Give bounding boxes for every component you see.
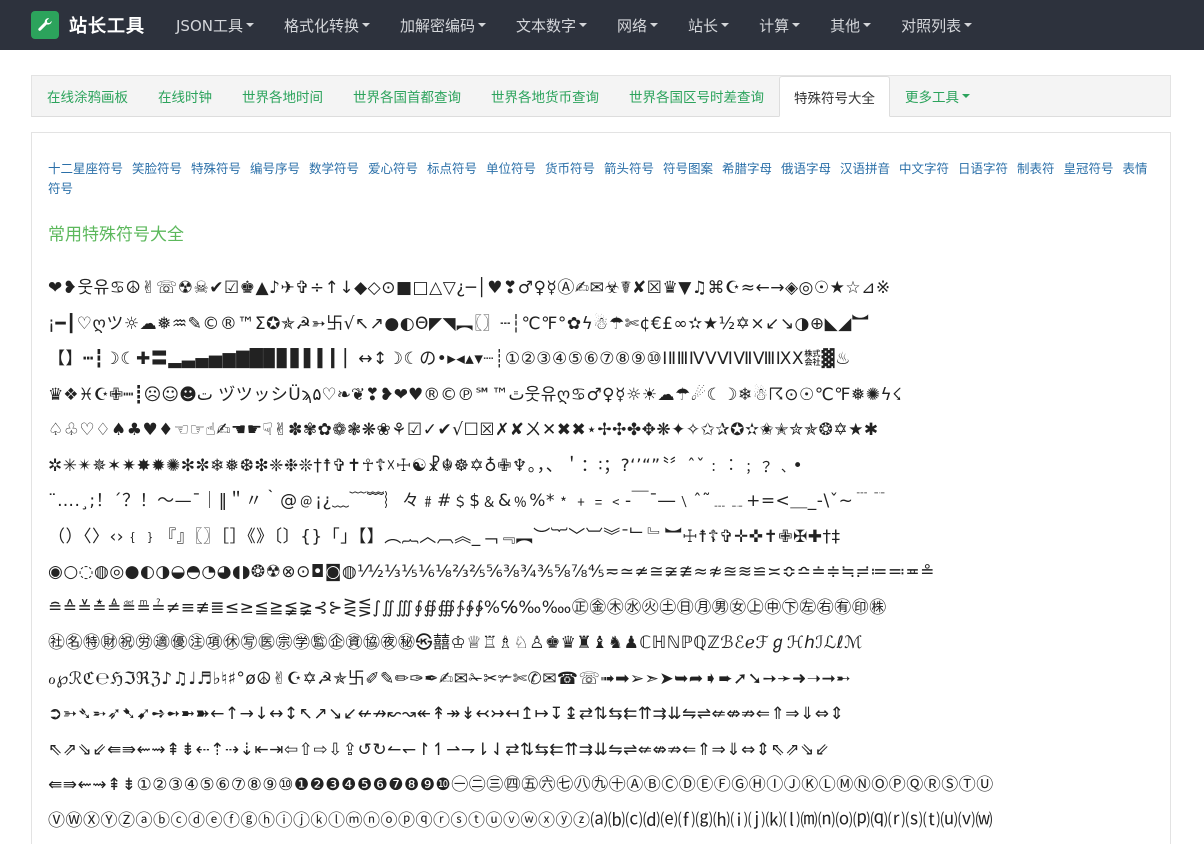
symbol-row[interactable]: ℴ℘ℛℭ℮ℌℑℜℨ♪♫♩♬♭♮♯°ø☮✌☪✡☭✯卐✐✎✏✑✒✍✉✁✂✃✄✆✉☎☏… (48, 662, 1152, 698)
category-link[interactable]: 单位符号 (486, 161, 536, 176)
tab-world-capitals[interactable]: 世界各国首都查询 (338, 76, 476, 116)
symbol-row[interactable]: ◉○◌◍◎●◐◑◒◓◔◕◖◗❂☢⊗⊙◘◙◍⅟½⅓⅕⅙⅛⅔⅖⅚⅜¾⅗⅝⅞⅘≂≃≄≅… (48, 555, 1152, 591)
symbol-row[interactable]: 【】┅┇☽☾✚〓▂▃▄▅▆▇█▉▊▋▌▍▎▏↔↕☽☾の•▸◂▴▾┈┊①②③④⑤⑥… (48, 342, 1152, 378)
nav-calculate[interactable]: 计算 (744, 0, 815, 50)
chevron-down-icon (650, 23, 659, 27)
section-title: 常用特殊符号大全 (48, 225, 184, 245)
tab-drawing-board[interactable]: 在线涂鸦画板 (32, 76, 143, 116)
chevron-down-icon (362, 23, 370, 27)
symbol-row[interactable]: （）〈〉‹›﹛﹜『』〖〗［］《》〔〕{}「」【】︵︷︿︹︽_﹁﹃︻︶︸﹀︺︾ˉ﹂… (48, 520, 1152, 556)
nav-encrypt[interactable]: 加解密编码 (385, 0, 501, 50)
symbol-row[interactable]: ≘≙≚≛≜≝≞≟≠≡≢≣≤≥≦≧≨≩⊰⊱⋛⋚∫∬∭∮∯∰∱∲∳%℅‰‱㊣㊎㊍㊌㊋… (48, 591, 1152, 627)
symbol-row[interactable]: ¡━┃♡ღツ☼☁❅♒✎©®™Σ✪✯☭➳卐√↖↗●◐Θ◤◥︻〖〗┄┆℃℉°✿ϟ☃☂… (48, 307, 1152, 343)
tab-online-clock[interactable]: 在线时钟 (143, 76, 227, 116)
category-link[interactable]: 标点符号 (427, 161, 477, 176)
symbol-grid: ❤❥웃유♋☮✌☏☢☠✔☑♚▲♪✈✞÷↑↓◆◇⊙■□△▽¿─│♥❣♂♀☿Ⓐ✍✉☣☤… (48, 271, 1154, 839)
nav-reference[interactable]: 对照列表 (886, 0, 987, 50)
symbol-row[interactable]: ⇚⇛⇜⇝⇞⇟①②③④⑤⑥⑦⑧⑨⑩❶❷❸❹❺❻❼❽❾❿㊀㊁㊂㊃㊄㊅㊆㊇㊈㊉ⒶⒷⒸⒹ… (48, 768, 1152, 804)
chevron-down-icon (478, 23, 487, 27)
nav-other[interactable]: 其他 (815, 0, 886, 50)
tab-more-tools[interactable]: 更多工具 (890, 76, 985, 116)
symbol-row[interactable]: ✲✳✴✵✶✷✸✹✺✻✼❄❅❆❇❈❉❊†☨✞✝☥☦☓☩☯☧☬☸✡♁✙♆。，、＇：∶… (48, 449, 1152, 485)
symbol-row[interactable]: ♛❖♓☪✙┉┋☹☺☻ت ヅツッシÜϡﭢ™℠℗©®♥❤❥❣❦❧♡۵웃유ღ♋♂♀☿☼… (48, 378, 1152, 414)
symbol-row[interactable]: ♤♧♡♢♠♣♥♦☜☞☝✍☚☛☟✌✽✾✿❁❃❋❀⚘☑✓✔√☐☒✗✘ㄨ✕✖✖⋆✢✣✤… (48, 413, 1152, 449)
tool-tabs: 在线涂鸦画板 在线时钟 世界各地时间 世界各国首都查询 世界各地货币查询 世界各… (31, 75, 1171, 117)
category-link[interactable]: 皇冠符号 (1064, 161, 1114, 176)
brand-name: 站长工具 (69, 16, 145, 37)
chevron-down-icon (579, 23, 588, 27)
category-link[interactable]: 中文字符 (899, 161, 949, 176)
chevron-down-icon (863, 23, 872, 27)
category-link[interactable]: 爱心符号 (368, 161, 418, 176)
category-link[interactable]: 笑脸符号 (132, 161, 182, 176)
brand[interactable]: 站长工具 (31, 11, 145, 39)
tab-area-code-timezone[interactable]: 世界各国区号时差查询 (614, 76, 779, 116)
chevron-down-icon (962, 94, 970, 98)
symbol-row[interactable]: ㊓㊔㊕㊖㊗㊘㊜㊝㊟㊠㊡㊢㊩㊪㊫㊬㊭㊮㊯㊰㊙㉿囍♔♕♖♗♘♙♚♛♜♝♞♟ℂℍℕℙℚ… (48, 626, 1152, 662)
nav-webmaster[interactable]: 站长 (673, 0, 744, 50)
nav-json-tools[interactable]: JSON工具 (161, 0, 269, 50)
chevron-down-icon (792, 23, 801, 27)
tab-special-symbols[interactable]: 特殊符号大全 (779, 76, 890, 117)
symbol-row[interactable]: ⇖⇗⇘⇙⇚⇛⇜⇝⇞⇟⇠⇡⇢⇣⇤⇥⇦⇧⇨⇩⇪↺↻↼↽↾↿⇀⇁⇂⇃⇄⇅⇆⇇⇈⇉⇊⇋⇌… (48, 733, 1152, 769)
category-link[interactable]: 数学符号 (309, 161, 359, 176)
symbol-row[interactable]: ⓋⓌⓍⓎⓏⓐⓑⓒⓓⓔⓕⓖⓗⓘⓙⓚⓛⓜⓝⓞⓟⓠⓡⓢⓣⓤⓥⓦⓧⓨⓩ⒜⒝⒞⒟⒠⒡⒢⒣⒤… (48, 804, 1152, 840)
category-link[interactable]: 符号图案 (663, 161, 713, 176)
category-links: 十二星座符号 笑脸符号 特殊符号 编号序号 数学符号 爱心符号 标点符号 单位符… (48, 159, 1148, 199)
top-navbar: 站长工具 JSON工具 格式化转换 加解密编码 文本数字 网络 站长 计算 其他… (0, 0, 1204, 50)
nav-network[interactable]: 网络 (602, 0, 673, 50)
symbol-row[interactable]: ¨….¸;！´？！～—ˉ｜‖＂〃｀@﹫¡¿﹏﹋﹌︴々﹟#﹩$﹠&﹪%*﹡﹢﹦﹤‐… (48, 484, 1152, 520)
category-link[interactable]: 特殊符号 (191, 161, 241, 176)
category-link[interactable]: 箭头符号 (604, 161, 654, 176)
category-link[interactable]: 十二星座符号 (48, 161, 123, 176)
category-link[interactable]: 希腊字母 (722, 161, 772, 176)
category-link[interactable]: 制表符 (1017, 161, 1055, 176)
symbols-panel: 十二星座符号 笑脸符号 特殊符号 编号序号 数学符号 爱心符号 标点符号 单位符… (31, 132, 1171, 844)
category-link[interactable]: 日语字符 (958, 161, 1008, 176)
chevron-down-icon (245, 23, 254, 27)
tab-world-time[interactable]: 世界各地时间 (227, 76, 338, 116)
tab-world-currency[interactable]: 世界各地货币查询 (476, 76, 614, 116)
nav-format-convert[interactable]: 格式化转换 (269, 0, 385, 50)
symbol-row[interactable]: ➲➳➴➵➶➷➹➺➻➼➽←↑→↓↔↕↖↗↘↙↚↛↜↝↞↟↠↡↢↣↤↥↦↧↨⇄⇅⇆⇇… (48, 697, 1152, 733)
chevron-down-icon (964, 23, 973, 27)
category-link[interactable]: 俄语字母 (781, 161, 831, 176)
wrench-icon (31, 11, 59, 39)
chevron-down-icon (721, 23, 730, 27)
category-link[interactable]: 汉语拼音 (840, 161, 890, 176)
symbol-row[interactable]: ❤❥웃유♋☮✌☏☢☠✔☑♚▲♪✈✞÷↑↓◆◇⊙■□△▽¿─│♥❣♂♀☿Ⓐ✍✉☣☤… (48, 271, 1152, 307)
category-link[interactable]: 货币符号 (545, 161, 595, 176)
nav-text-number[interactable]: 文本数字 (501, 0, 602, 50)
category-link[interactable]: 编号序号 (250, 161, 300, 176)
